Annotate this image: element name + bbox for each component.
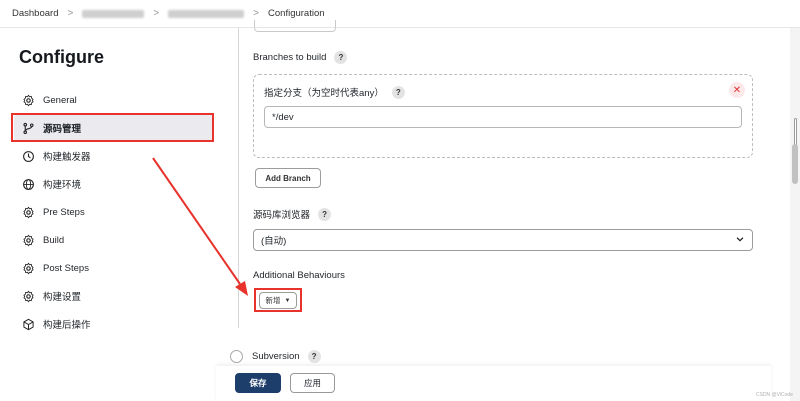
apply-button[interactable]: 应用 bbox=[290, 373, 335, 393]
scrollbar-thumb[interactable] bbox=[792, 144, 798, 184]
scm-option-subversion[interactable]: Subversion ? bbox=[230, 350, 321, 363]
save-button[interactable]: 保存 bbox=[235, 373, 281, 393]
help-icon[interactable]: ? bbox=[307, 350, 321, 363]
subversion-radio[interactable] bbox=[230, 350, 243, 363]
subversion-label: Subversion bbox=[252, 351, 300, 362]
scrollbar-track[interactable] bbox=[790, 28, 800, 401]
watermark: CSDN @ViCode bbox=[756, 392, 793, 398]
scrollbar-marker bbox=[794, 118, 797, 146]
annotation-arrow bbox=[152, 157, 248, 296]
